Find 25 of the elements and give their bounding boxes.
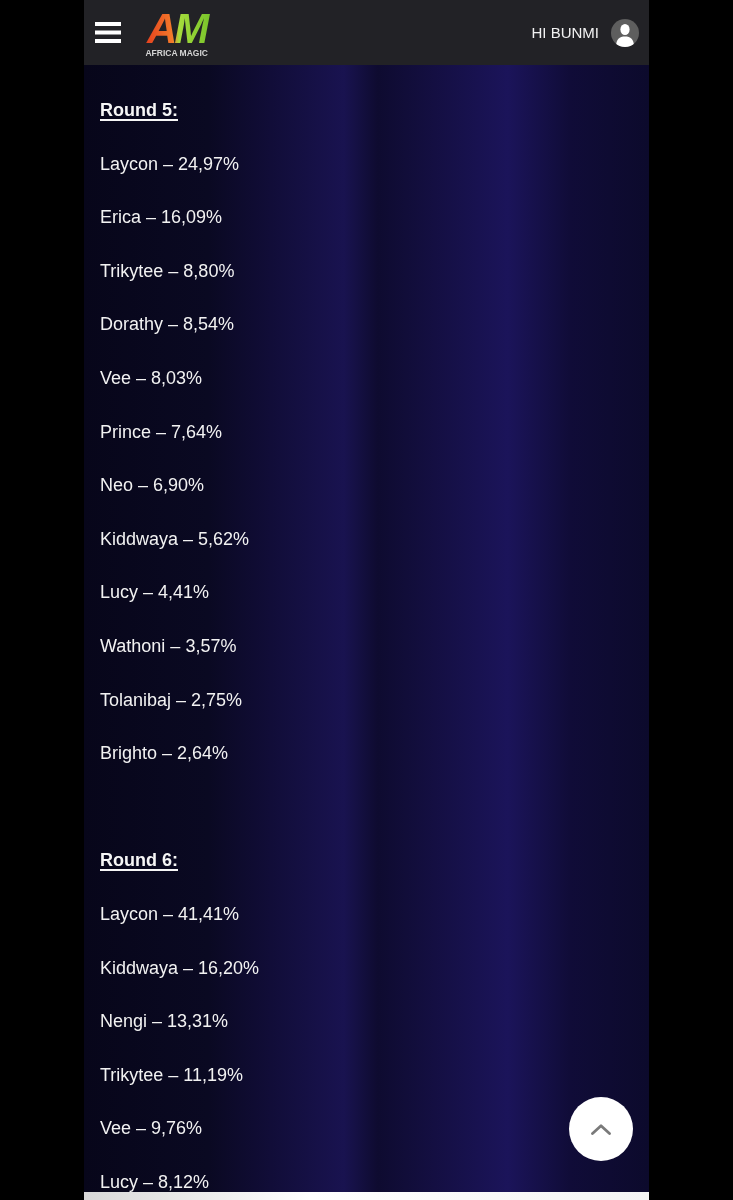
vote-result: Neo – 6,90% [100, 475, 205, 496]
vote-result: Dorathy – 8,54% [100, 314, 235, 335]
vote-result: Lucy – 8,12% [100, 1171, 210, 1192]
vote-result: Kiddwaya – 5,62% [100, 528, 250, 549]
vote-result: Laycon – 41,41% [100, 903, 240, 924]
vote-result: Tolanibaj – 2,75% [100, 689, 243, 710]
chevron-up-icon [591, 1123, 611, 1135]
avatar-icon[interactable] [611, 18, 639, 47]
vote-result: Wathoni – 3,57% [100, 635, 237, 656]
user-greeting[interactable]: HI BUNMI [531, 24, 599, 41]
menu-icon[interactable] [95, 22, 121, 43]
vote-result: Laycon – 24,97% [100, 153, 240, 174]
vote-result: Erica – 16,09% [100, 207, 223, 228]
logo-caption: AFRICA MAGIC [145, 47, 208, 58]
vote-result: Trikytee – 8,80% [100, 260, 235, 281]
round-heading: Round 6: [100, 850, 178, 871]
vote-result: Lucy – 4,41% [100, 582, 210, 603]
vote-result: Vee – 8,03% [100, 367, 203, 388]
vote-result: Nengi – 13,31% [100, 1011, 229, 1032]
vote-result: Kiddwaya – 16,20% [100, 957, 260, 978]
vote-result: Brighto – 2,64% [100, 743, 229, 764]
vote-result: Prince – 7,64% [100, 421, 223, 442]
round-heading: Round 5: [100, 100, 178, 120]
vote-result: Trikytee – 11,19% [100, 1064, 244, 1085]
vote-result: Vee – 9,76% [100, 1118, 203, 1139]
